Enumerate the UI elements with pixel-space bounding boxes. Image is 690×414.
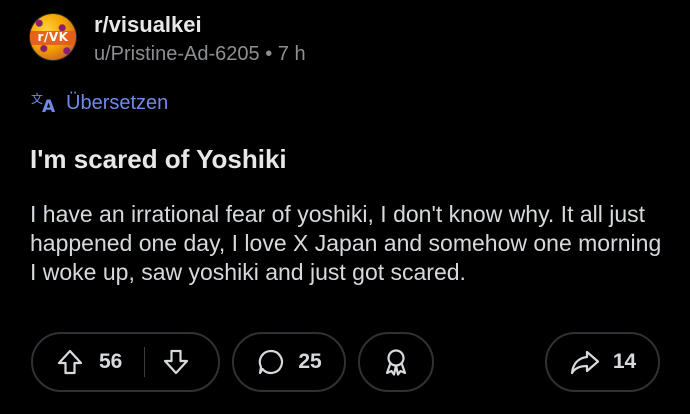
upvote-count: 56	[99, 350, 123, 373]
share-count: 14	[612, 350, 637, 373]
subreddit-name[interactable]: r/visualkei	[94, 12, 306, 38]
avatar-text: r/VK	[37, 30, 69, 44]
post-body: I have an irrational fear of yoshiki, I …	[30, 201, 662, 285]
share-arrow-icon	[570, 350, 599, 375]
award-ribbon-icon	[385, 349, 407, 376]
award-button[interactable]	[358, 332, 434, 392]
author-name[interactable]: u/Pristine-Ad-6205	[94, 43, 260, 65]
comments-button[interactable]: 25	[232, 332, 346, 392]
upvote-button[interactable]	[55, 347, 85, 377]
comment-bubble-icon	[259, 349, 284, 375]
post-age: 7 h	[277, 43, 306, 65]
arrow-down-icon	[164, 349, 189, 375]
translate-label: Übersetzen	[66, 91, 169, 114]
meta-separator: •	[265, 43, 273, 65]
post-meta: r/visualkei u/Pristine-Ad-6205 • 7 h	[94, 12, 306, 67]
comment-count: 25	[298, 350, 322, 373]
post-header: r/VK r/visualkei u/Pristine-Ad-6205 • 7 …	[30, 12, 306, 67]
subreddit-avatar[interactable]: r/VK	[30, 14, 76, 60]
svg-text:A: A	[42, 97, 56, 115]
share-button[interactable]: 14	[545, 332, 660, 392]
byline: u/Pristine-Ad-6205 • 7 h	[94, 41, 306, 67]
vote-bar: 56	[31, 332, 220, 392]
vote-divider	[144, 347, 146, 377]
translate-icon: 文 A	[31, 91, 56, 115]
post-title[interactable]: I'm scared of Yoshiki	[30, 144, 287, 175]
translate-button[interactable]: 文 A Übersetzen	[30, 91, 168, 115]
arrow-up-icon	[57, 349, 83, 375]
downvote-button[interactable]	[161, 347, 191, 377]
